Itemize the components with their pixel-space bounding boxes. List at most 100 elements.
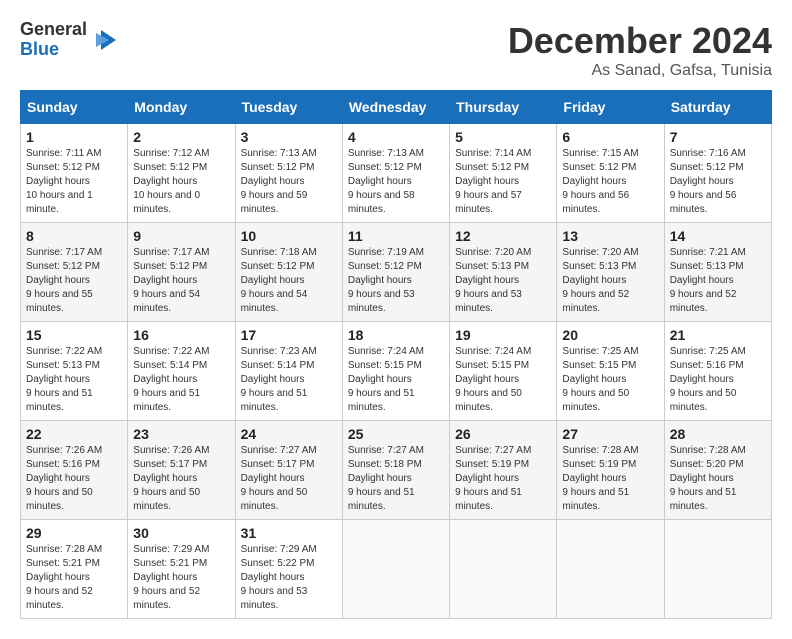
calendar-cell: 31 Sunrise: 7:29 AMSunset: 5:22 PMDaylig… xyxy=(235,520,342,619)
day-number: 23 xyxy=(133,426,229,442)
calendar-table: SundayMondayTuesdayWednesdayThursdayFrid… xyxy=(20,90,772,619)
calendar-cell: 21 Sunrise: 7:25 AMSunset: 5:16 PMDaylig… xyxy=(664,322,771,421)
calendar-week-row: 8 Sunrise: 7:17 AMSunset: 5:12 PMDayligh… xyxy=(21,223,772,322)
day-detail: Sunrise: 7:21 AMSunset: 5:13 PMDaylight … xyxy=(670,247,746,314)
day-detail: Sunrise: 7:13 AMSunset: 5:12 PMDaylight … xyxy=(241,148,317,215)
day-detail: Sunrise: 7:14 AMSunset: 5:12 PMDaylight … xyxy=(455,148,531,215)
day-number: 17 xyxy=(241,327,337,343)
calendar-cell: 13 Sunrise: 7:20 AMSunset: 5:13 PMDaylig… xyxy=(557,223,664,322)
day-detail: Sunrise: 7:23 AMSunset: 5:14 PMDaylight … xyxy=(241,346,317,413)
calendar-cell: 8 Sunrise: 7:17 AMSunset: 5:12 PMDayligh… xyxy=(21,223,128,322)
day-detail: Sunrise: 7:25 AMSunset: 5:16 PMDaylight … xyxy=(670,346,746,413)
calendar-cell: 30 Sunrise: 7:29 AMSunset: 5:21 PMDaylig… xyxy=(128,520,235,619)
calendar-cell: 17 Sunrise: 7:23 AMSunset: 5:14 PMDaylig… xyxy=(235,322,342,421)
day-number: 31 xyxy=(241,525,337,541)
day-number: 19 xyxy=(455,327,551,343)
calendar-cell: 11 Sunrise: 7:19 AMSunset: 5:12 PMDaylig… xyxy=(342,223,449,322)
day-detail: Sunrise: 7:22 AMSunset: 5:13 PMDaylight … xyxy=(26,346,102,413)
weekday-header-thursday: Thursday xyxy=(450,91,557,124)
calendar-cell xyxy=(664,520,771,619)
day-number: 21 xyxy=(670,327,766,343)
day-detail: Sunrise: 7:26 AMSunset: 5:16 PMDaylight … xyxy=(26,445,102,512)
day-number: 8 xyxy=(26,228,122,244)
day-number: 2 xyxy=(133,129,229,145)
day-detail: Sunrise: 7:22 AMSunset: 5:14 PMDaylight … xyxy=(133,346,209,413)
day-detail: Sunrise: 7:17 AMSunset: 5:12 PMDaylight … xyxy=(133,247,209,314)
calendar-cell: 15 Sunrise: 7:22 AMSunset: 5:13 PMDaylig… xyxy=(21,322,128,421)
day-detail: Sunrise: 7:20 AMSunset: 5:13 PMDaylight … xyxy=(455,247,531,314)
day-number: 29 xyxy=(26,525,122,541)
weekday-header-monday: Monday xyxy=(128,91,235,124)
day-number: 26 xyxy=(455,426,551,442)
calendar-cell: 18 Sunrise: 7:24 AMSunset: 5:15 PMDaylig… xyxy=(342,322,449,421)
calendar-cell: 24 Sunrise: 7:27 AMSunset: 5:17 PMDaylig… xyxy=(235,421,342,520)
day-number: 13 xyxy=(562,228,658,244)
day-detail: Sunrise: 7:28 AMSunset: 5:19 PMDaylight … xyxy=(562,445,638,512)
calendar-cell: 28 Sunrise: 7:28 AMSunset: 5:20 PMDaylig… xyxy=(664,421,771,520)
calendar-cell: 9 Sunrise: 7:17 AMSunset: 5:12 PMDayligh… xyxy=(128,223,235,322)
day-detail: Sunrise: 7:28 AMSunset: 5:20 PMDaylight … xyxy=(670,445,746,512)
day-detail: Sunrise: 7:20 AMSunset: 5:13 PMDaylight … xyxy=(562,247,638,314)
day-detail: Sunrise: 7:18 AMSunset: 5:12 PMDaylight … xyxy=(241,247,317,314)
day-number: 7 xyxy=(670,129,766,145)
calendar-week-row: 15 Sunrise: 7:22 AMSunset: 5:13 PMDaylig… xyxy=(21,322,772,421)
calendar-cell: 6 Sunrise: 7:15 AMSunset: 5:12 PMDayligh… xyxy=(557,124,664,223)
logo-icon xyxy=(91,25,121,55)
logo-blue-text: Blue xyxy=(20,40,87,60)
month-title: December 2024 xyxy=(508,20,772,62)
calendar-cell xyxy=(450,520,557,619)
day-detail: Sunrise: 7:16 AMSunset: 5:12 PMDaylight … xyxy=(670,148,746,215)
day-number: 14 xyxy=(670,228,766,244)
day-detail: Sunrise: 7:11 AMSunset: 5:12 PMDaylight … xyxy=(26,148,101,215)
day-number: 28 xyxy=(670,426,766,442)
day-detail: Sunrise: 7:24 AMSunset: 5:15 PMDaylight … xyxy=(348,346,424,413)
day-detail: Sunrise: 7:27 AMSunset: 5:19 PMDaylight … xyxy=(455,445,531,512)
day-number: 10 xyxy=(241,228,337,244)
title-section: December 2024 As Sanad, Gafsa, Tunisia xyxy=(508,20,772,80)
day-detail: Sunrise: 7:19 AMSunset: 5:12 PMDaylight … xyxy=(348,247,424,314)
calendar-cell: 7 Sunrise: 7:16 AMSunset: 5:12 PMDayligh… xyxy=(664,124,771,223)
calendar-cell: 22 Sunrise: 7:26 AMSunset: 5:16 PMDaylig… xyxy=(21,421,128,520)
weekday-header-sunday: Sunday xyxy=(21,91,128,124)
calendar-cell: 3 Sunrise: 7:13 AMSunset: 5:12 PMDayligh… xyxy=(235,124,342,223)
logo-general-text: General xyxy=(20,20,87,40)
calendar-cell: 10 Sunrise: 7:18 AMSunset: 5:12 PMDaylig… xyxy=(235,223,342,322)
calendar-cell: 25 Sunrise: 7:27 AMSunset: 5:18 PMDaylig… xyxy=(342,421,449,520)
day-detail: Sunrise: 7:26 AMSunset: 5:17 PMDaylight … xyxy=(133,445,209,512)
day-number: 9 xyxy=(133,228,229,244)
calendar-cell: 19 Sunrise: 7:24 AMSunset: 5:15 PMDaylig… xyxy=(450,322,557,421)
day-number: 20 xyxy=(562,327,658,343)
day-number: 18 xyxy=(348,327,444,343)
day-detail: Sunrise: 7:17 AMSunset: 5:12 PMDaylight … xyxy=(26,247,102,314)
day-detail: Sunrise: 7:28 AMSunset: 5:21 PMDaylight … xyxy=(26,544,102,611)
logo: General Blue xyxy=(20,20,121,60)
day-number: 15 xyxy=(26,327,122,343)
day-number: 1 xyxy=(26,129,122,145)
calendar-cell: 26 Sunrise: 7:27 AMSunset: 5:19 PMDaylig… xyxy=(450,421,557,520)
day-detail: Sunrise: 7:15 AMSunset: 5:12 PMDaylight … xyxy=(562,148,638,215)
header: General Blue December 2024 As Sanad, Gaf… xyxy=(20,20,772,80)
day-detail: Sunrise: 7:25 AMSunset: 5:15 PMDaylight … xyxy=(562,346,638,413)
calendar-cell: 12 Sunrise: 7:20 AMSunset: 5:13 PMDaylig… xyxy=(450,223,557,322)
day-number: 11 xyxy=(348,228,444,244)
location-title: As Sanad, Gafsa, Tunisia xyxy=(508,62,772,80)
calendar-week-row: 1 Sunrise: 7:11 AMSunset: 5:12 PMDayligh… xyxy=(21,124,772,223)
day-number: 4 xyxy=(348,129,444,145)
weekday-header-saturday: Saturday xyxy=(664,91,771,124)
day-detail: Sunrise: 7:24 AMSunset: 5:15 PMDaylight … xyxy=(455,346,531,413)
calendar-cell: 4 Sunrise: 7:13 AMSunset: 5:12 PMDayligh… xyxy=(342,124,449,223)
day-number: 22 xyxy=(26,426,122,442)
day-detail: Sunrise: 7:27 AMSunset: 5:18 PMDaylight … xyxy=(348,445,424,512)
calendar-week-row: 29 Sunrise: 7:28 AMSunset: 5:21 PMDaylig… xyxy=(21,520,772,619)
calendar-cell: 29 Sunrise: 7:28 AMSunset: 5:21 PMDaylig… xyxy=(21,520,128,619)
day-number: 6 xyxy=(562,129,658,145)
calendar-cell xyxy=(557,520,664,619)
day-number: 16 xyxy=(133,327,229,343)
calendar-cell xyxy=(342,520,449,619)
weekday-header-row: SundayMondayTuesdayWednesdayThursdayFrid… xyxy=(21,91,772,124)
day-number: 5 xyxy=(455,129,551,145)
day-detail: Sunrise: 7:29 AMSunset: 5:22 PMDaylight … xyxy=(241,544,317,611)
day-detail: Sunrise: 7:27 AMSunset: 5:17 PMDaylight … xyxy=(241,445,317,512)
day-number: 25 xyxy=(348,426,444,442)
calendar-cell: 27 Sunrise: 7:28 AMSunset: 5:19 PMDaylig… xyxy=(557,421,664,520)
